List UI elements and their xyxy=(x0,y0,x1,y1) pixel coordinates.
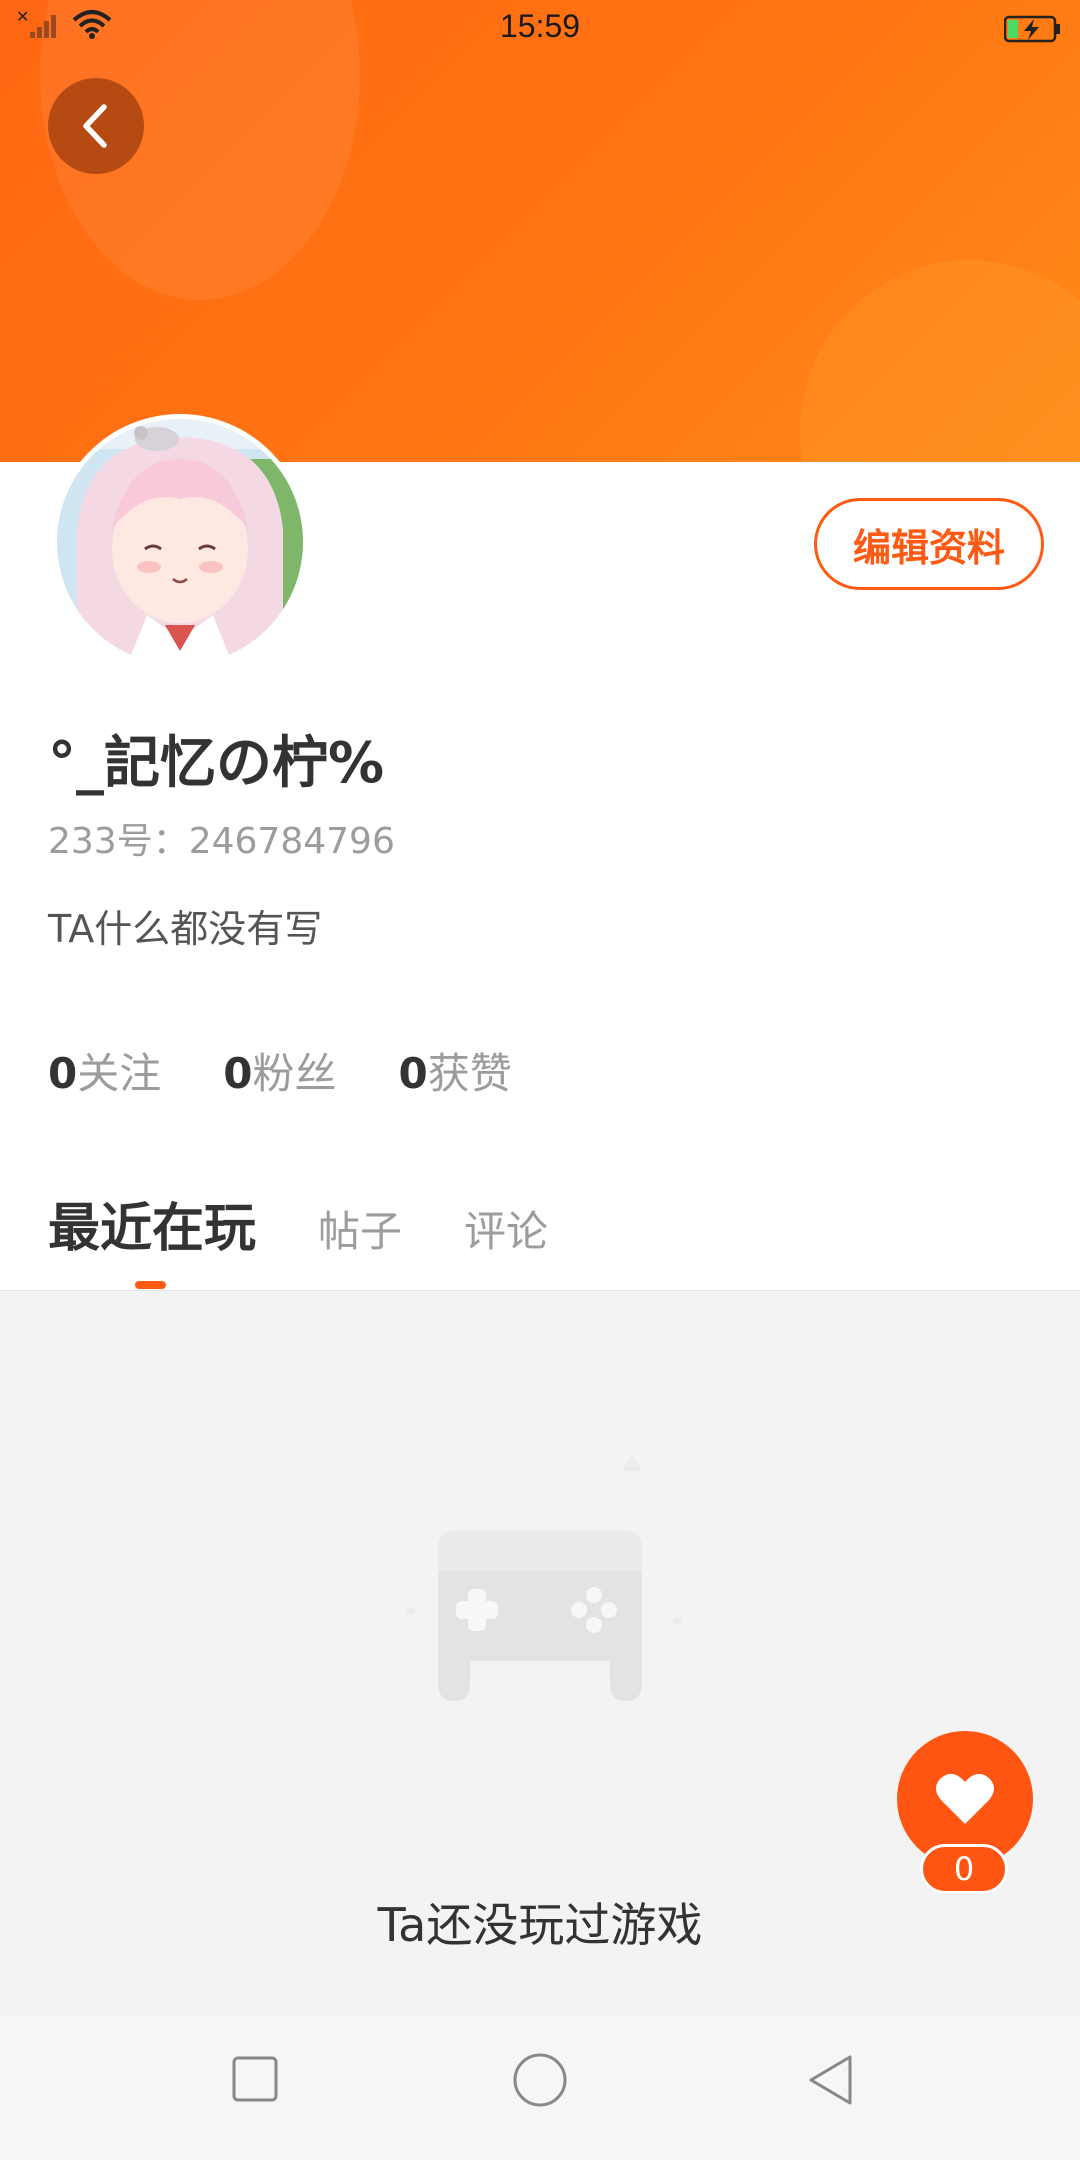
back-button[interactable] xyxy=(48,78,144,174)
avatar[interactable] xyxy=(52,414,308,670)
stat-likes[interactable]: 0获赞 xyxy=(399,1040,512,1101)
stat-following-count: 0 xyxy=(48,1049,78,1098)
status-time: 15:59 xyxy=(499,8,581,44)
edit-profile-button[interactable]: 编辑资料 xyxy=(814,498,1044,590)
system-nav-bar xyxy=(0,2016,1080,2160)
home-icon[interactable] xyxy=(512,2052,568,2108)
chevron-left-icon xyxy=(83,104,107,148)
stat-following[interactable]: 0关注 xyxy=(48,1040,161,1101)
user-bio: TA什么都没有写 xyxy=(48,907,323,951)
tab-recently-played[interactable]: 最近在玩 xyxy=(48,1186,256,1261)
user-nickname: °_記忆の柠% xyxy=(48,731,385,796)
banner-decoration xyxy=(800,260,1080,462)
tab-comments[interactable]: 评论 xyxy=(464,1198,548,1259)
stat-likes-count: 0 xyxy=(398,1049,428,1098)
heart-icon xyxy=(936,1773,994,1824)
profile-header-banner xyxy=(0,0,1080,462)
stat-followers[interactable]: 0粉丝 xyxy=(223,1040,336,1101)
tab-content: Ta还没玩过游戏 xyxy=(0,1290,1080,2016)
like-count-badge: 0 xyxy=(920,1844,1008,1894)
status-bar: ✕ 15:59 xyxy=(0,0,1080,56)
gamepad-icon xyxy=(380,1451,700,1715)
stat-following-label: 关注 xyxy=(77,1049,162,1098)
battery-charging-icon xyxy=(1003,14,1062,52)
recent-apps-icon[interactable] xyxy=(232,2056,278,2102)
profile-stats: 0关注 0粉丝 0获赞 xyxy=(48,1040,512,1101)
tab-posts[interactable]: 帖子 xyxy=(318,1198,402,1259)
stat-followers-label: 粉丝 xyxy=(252,1049,337,1098)
stat-likes-label: 获赞 xyxy=(427,1049,512,1098)
profile-tabs: 最近在玩 帖子 评论 xyxy=(48,1186,548,1261)
back-triangle-icon[interactable] xyxy=(806,2054,856,2106)
stat-followers-count: 0 xyxy=(223,1049,253,1098)
active-tab-indicator xyxy=(135,1281,166,1289)
avatar-image xyxy=(57,419,303,665)
user-id: 233号：246784796 xyxy=(48,821,395,862)
empty-state-text: Ta还没玩过游戏 xyxy=(377,1898,703,1952)
